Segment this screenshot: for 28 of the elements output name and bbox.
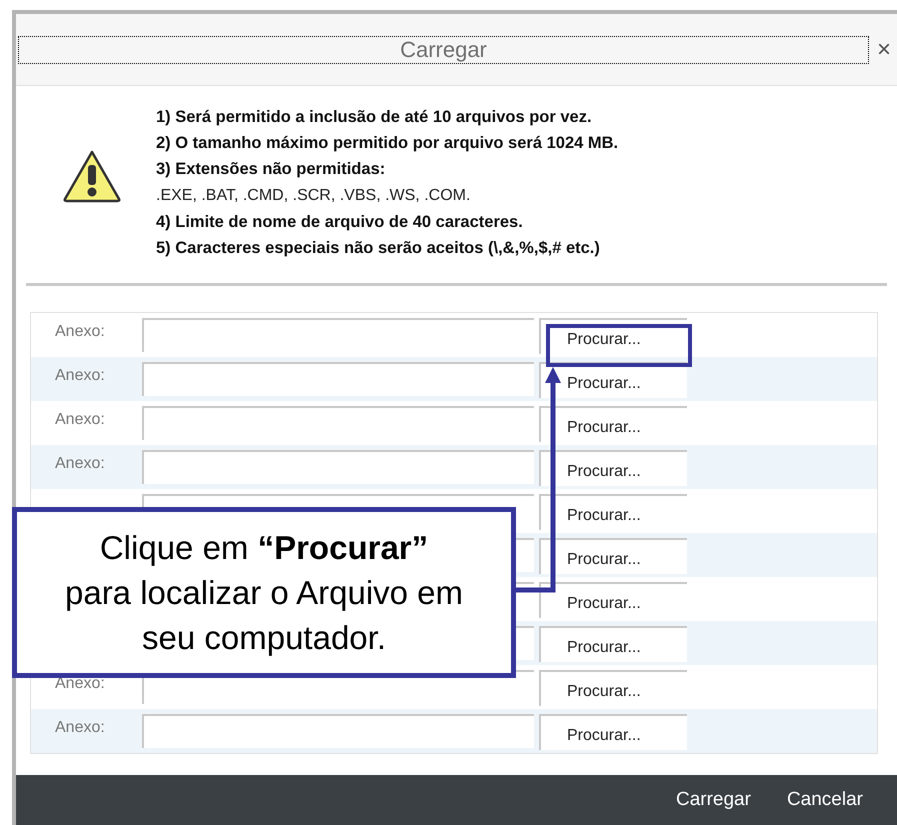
field-label: Anexo: [54,322,106,342]
file-path-field[interactable] [142,450,534,484]
field-label: Anexo: [54,366,106,386]
rule-text: 1) Será permitido a inclusão de até 10 arquivos por vez. [156,107,593,128]
field-label: Anexo: [54,410,106,430]
footer-button[interactable]: Cancelar [786,786,863,814]
rule-text: 4) Limite de nome de arquivo de 40 caracteres. [156,212,524,233]
browse-button[interactable]: Procurar... [539,406,687,442]
browse-button[interactable]: Procurar... [539,582,687,618]
browse-button[interactable]: Procurar... [539,538,687,574]
browse-button[interactable]: Procurar... [539,670,687,706]
close-button[interactable]: × [876,38,891,62]
rule-text: 2) O tamanho máximo permitido por arquivo será 1024 MB. [156,133,618,154]
browse-button[interactable]: Procurar... [539,450,687,486]
annotation-tooltip: Clique em “Procurar” para localizar o Arquivo em seu computador. [12,507,516,678]
file-path-field[interactable] [142,362,534,396]
file-path-field[interactable] [142,714,534,748]
field-label: Anexo: [54,454,106,474]
browse-button[interactable]: Procurar... [539,626,687,662]
warning-icon [62,149,122,203]
rule-text: 5) Caracteres especiais não serão aceitos (\,&,%,$,# etc.) [156,238,601,259]
field-label: Anexo: [54,718,106,738]
browse-button[interactable]: Procurar... [539,714,687,750]
rule-text: .EXE, .BAT, .CMD, .SCR, .VBS, .WS, .COM. [156,186,472,206]
browse-button[interactable]: Procurar... [539,494,687,530]
rule-text: 3) Extensões não permitidas: [156,159,386,180]
dialog-title: Carregar [18,36,869,64]
footer-button[interactable]: Carregar [676,786,751,814]
